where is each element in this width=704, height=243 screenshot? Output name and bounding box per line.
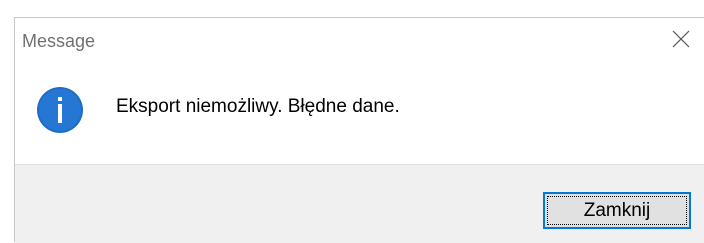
info-icon	[37, 87, 83, 133]
window-title: Message	[22, 31, 96, 51]
close-dialog-button[interactable]: Zamknij	[543, 192, 691, 229]
message-dialog: Message Eksport niemożliwy. Błędne dane.…	[14, 17, 704, 243]
close-icon	[672, 30, 690, 48]
message-area: Eksport niemożliwy. Błędne dane.	[15, 64, 704, 164]
button-bar: Zamknij	[15, 164, 704, 243]
window-close-button[interactable]	[658, 18, 704, 60]
title-bar: Message	[15, 18, 704, 64]
message-text: Eksport niemożliwy. Błędne dane.	[116, 96, 400, 117]
